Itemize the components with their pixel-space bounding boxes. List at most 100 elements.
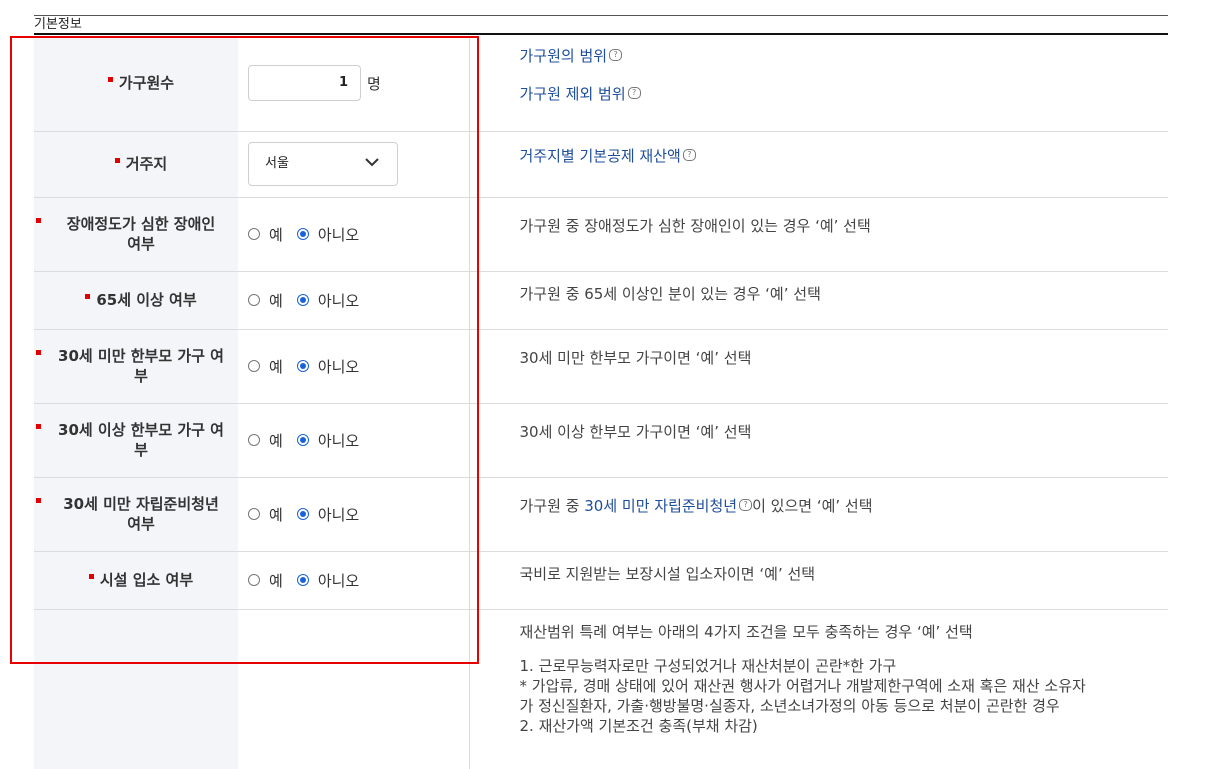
disabled-desc: 가구원 중 장애정도가 심한 장애인이 있는 경우 ‘예’ 선택 [519,216,871,235]
table-row: 시설 입소 여부 예 아니오 국비로 지원받는 보장시설 입소자이면 ‘예’ 선… [34,551,1168,610]
household-exclusion-link[interactable]: 가구원 제외 범위 [520,85,626,103]
facility-input-cell: 예 아니오 [238,551,470,610]
section-header: 기본정보 [34,15,1168,35]
radio-no[interactable] [296,360,309,372]
radio-no-label[interactable]: 아니오 [318,356,359,377]
special-desc-cell: 재산범위 특례 여부는 아래의 4가지 조건을 모두 충족하는 경우 ‘예’ 선… [469,609,1168,769]
required-marker [36,217,41,223]
radio-yes[interactable] [248,574,260,586]
radio-yes-label[interactable]: 예 [269,224,283,245]
radio-no[interactable] [296,228,309,240]
household-label-cell: 가구원수 [34,36,238,132]
facility-desc: 국비로 지원받는 보장시설 입소자이면 ‘예’ 선택 [519,564,816,583]
over65-radio-group: 예 아니오 [248,290,469,311]
youth-desc-cell: 가구원 중 30세 미만 자립준비청년? 이 있으면 ‘예’ 선택 [469,477,1168,552]
disabled-input-cell: 예 아니오 [238,197,470,272]
disabled-radio-group: 예 아니오 [248,224,469,245]
over65-desc-cell: 가구원 중 65세 이상인 분이 있는 경우 ‘예’ 선택 [469,271,1168,330]
radio-no[interactable] [296,294,309,306]
residence-select[interactable]: 서울 [248,142,398,186]
household-input-cell: 1명 [238,36,470,132]
help-icon[interactable]: ? [682,148,696,161]
facility-label-cell: 시설 입소 여부 [34,551,238,610]
required-marker [36,497,41,503]
radio-no-label[interactable]: 아니오 [318,290,359,311]
table-row: 30세 미만 한부모 가구 여 부 예 아니오 30세 미만 한부모 가구이면 … [34,329,1168,404]
table-row: 30세 이상 한부모 가구 여 부 예 아니오 30세 이상 한부모 가구이면 … [34,403,1168,478]
help-icon[interactable]: ? [627,87,641,99]
youth-label-cell: 30세 미만 자립준비청년 여부 [34,477,238,552]
facility-desc-cell: 국비로 지원받는 보장시설 입소자이면 ‘예’ 선택 [469,551,1168,610]
table-row: 거주지 서울 거주지별 기본공제 재산액? [34,131,1168,198]
household-desc-cell: 가구원의 범위? 가구원 제외 범위? [469,36,1168,132]
radio-no-label[interactable]: 아니오 [318,224,359,245]
help-icon[interactable]: ? [739,498,753,511]
residence-desc-cell: 거주지별 기본공제 재산액? [469,131,1168,198]
youth-label-line1: 30세 미만 자립준비청년 [63,495,219,513]
required-marker [85,294,91,299]
over65-desc: 가구원 중 65세 이상인 분이 있는 경우 ‘예’ 선택 [519,284,821,303]
radio-yes-label[interactable]: 예 [269,430,283,451]
basic-info-table: 가구원수 1명 가구원의 범위? 가구원 제외 범위? 거주지 서울 거주지별 … [34,36,1168,769]
table-row: 재산범위 특례 여부는 아래의 4가지 조건을 모두 충족하는 경우 ‘예’ 선… [34,609,1168,769]
radio-no-label[interactable]: 아니오 [318,504,359,525]
single-over30-label-cell: 30세 이상 한부모 가구 여 부 [34,403,238,478]
residence-input-cell: 서울 [238,131,470,198]
youth-radio-group: 예 아니오 [248,504,469,525]
radio-no[interactable] [296,508,309,520]
radio-yes-label[interactable]: 예 [269,570,283,591]
table-row: 65세 이상 여부 예 아니오 가구원 중 65세 이상인 분이 있는 경우 ‘… [34,271,1168,330]
residence-label-cell: 거주지 [34,131,238,198]
special-label-cell [34,609,238,769]
youth-desc-prefix: 가구원 중 [519,496,585,515]
single-over30-desc: 30세 이상 한부모 가구이면 ‘예’ 선택 [519,422,752,441]
radio-no[interactable] [296,574,309,586]
youth-label-line2: 여부 [127,515,155,533]
youth-desc-suffix: 이 있으면 ‘예’ 선택 [752,496,873,515]
single-over30-desc-cell: 30세 이상 한부모 가구이면 ‘예’ 선택 [469,403,1168,478]
radio-yes[interactable] [248,360,260,372]
disabled-label-line1: 장애정도가 심한 장애인 [66,215,216,233]
radio-yes-label[interactable]: 예 [269,290,283,311]
household-scope-link[interactable]: 가구원의 범위 [520,47,608,65]
single-under30-desc-cell: 30세 미만 한부모 가구이면 ‘예’ 선택 [469,329,1168,404]
radio-yes[interactable] [248,228,260,240]
residence-label: 거주지 [125,155,168,173]
special-input-cell [238,609,470,769]
residence-selected-value: 서울 [265,156,289,171]
radio-yes-label[interactable]: 예 [269,504,283,525]
single-under30-label-cell: 30세 미만 한부모 가구 여 부 [34,329,238,404]
chevron-down-icon [365,158,379,167]
facility-label: 시설 입소 여부 [99,571,194,589]
required-marker [107,77,113,83]
single-over30-label-line1: 30세 이상 한부모 가구 여 [58,421,224,439]
residence-deduction-link[interactable]: 거주지별 기본공제 재산액 [520,147,681,165]
required-marker [36,423,41,429]
over65-label-cell: 65세 이상 여부 [34,271,238,330]
required-marker [88,574,94,579]
single-under30-radio-group: 예 아니오 [248,356,469,377]
special-desc: 재산범위 특례 여부는 아래의 4가지 조건을 모두 충족하는 경우 ‘예’ 선… [519,622,973,641]
disabled-label-cell: 장애정도가 심한 장애인 여부 [34,197,238,272]
facility-radio-group: 예 아니오 [248,570,469,591]
radio-no-label[interactable]: 아니오 [318,430,359,451]
radio-yes-label[interactable]: 예 [269,356,283,377]
household-count-input[interactable]: 1 [248,65,361,102]
single-over30-radio-group: 예 아니오 [248,430,469,451]
disabled-label-line2: 여부 [127,235,155,253]
household-label: 가구원수 [118,74,175,93]
single-under30-label-line1: 30세 미만 한부모 가구 여 [58,347,224,365]
help-icon[interactable]: ? [609,49,623,61]
youth-link[interactable]: 30세 미만 자립준비청년 [584,497,737,515]
radio-yes[interactable] [248,294,260,306]
disabled-desc-cell: 가구원 중 장애정도가 심한 장애인이 있는 경우 ‘예’ 선택 [469,197,1168,272]
radio-yes[interactable] [248,508,260,520]
required-marker [36,349,41,355]
over65-label: 65세 이상 여부 [96,291,197,309]
table-row: 가구원수 1명 가구원의 범위? 가구원 제외 범위? [34,36,1168,132]
radio-yes[interactable] [248,434,260,446]
special-note-1: * 가압류, 경매 상태에 있어 재산권 행사가 어렵거나 개발제한구역에 소재… [519,676,1086,695]
radio-no-label[interactable]: 아니오 [318,570,359,591]
table-row: 30세 미만 자립준비청년 여부 예 아니오 가구원 중 30세 미만 자립준비… [34,477,1168,552]
radio-no[interactable] [296,434,309,446]
